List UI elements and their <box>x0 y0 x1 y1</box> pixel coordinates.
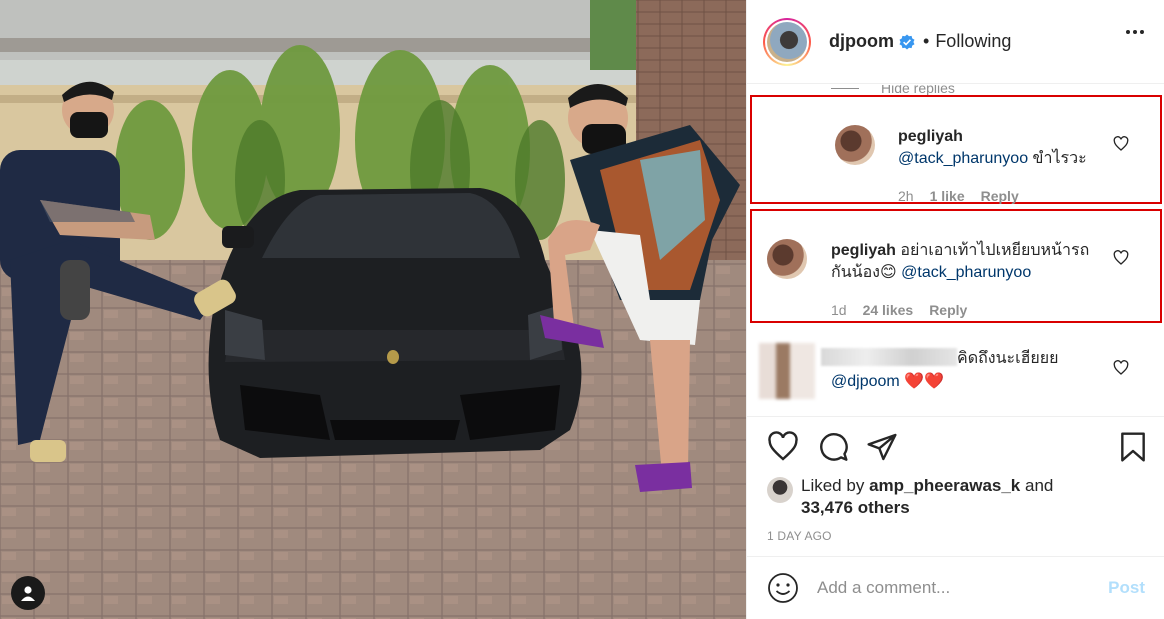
comment-time[interactable]: 2h <box>898 188 914 204</box>
commenter-avatar[interactable] <box>835 125 875 165</box>
comment-bubble-icon[interactable] <box>817 431 849 463</box>
user-tag-button[interactable] <box>11 576 45 610</box>
post-time[interactable]: 1 DAY AGO <box>767 529 832 543</box>
likes-count[interactable]: 33,476 others <box>801 498 910 517</box>
comments-list: Hide replies pegliyah @tack_pharunyoo ขำ… <box>747 85 1164 415</box>
comment-like-heart-icon[interactable] <box>1113 360 1129 376</box>
comment-author[interactable]: pegliyah <box>898 128 963 145</box>
paper-plane-icon[interactable] <box>866 431 898 463</box>
verified-badge-icon <box>899 34 915 49</box>
liked-by-avatar[interactable] <box>767 477 793 503</box>
comment-2: pegliyah อย่าเอาเท้าไปเหยียบหน้ารถกันน้อ… <box>831 240 1109 284</box>
commenter-avatar-blurred[interactable] <box>759 343 815 399</box>
comment-mention[interactable]: @djpoom <box>831 373 900 390</box>
comment-input[interactable] <box>817 578 1087 598</box>
post-actions: Liked by amp_pheerawas_k and 33,476 othe… <box>747 416 1164 556</box>
liked-by: Liked by amp_pheerawas_k and 33,476 othe… <box>767 475 1053 519</box>
comment-3-line-2: @djpoom ❤️❤️ <box>831 371 1091 393</box>
user-tag-icon <box>21 586 35 601</box>
commenter-avatar[interactable] <box>767 239 807 279</box>
heart-outline-icon[interactable] <box>767 431 799 463</box>
commenter-name-blurred <box>821 348 957 366</box>
smiley-icon[interactable] <box>767 572 799 604</box>
post-side-panel: djpoom • Following Hide replies pegliyah… <box>746 0 1164 619</box>
comment-reply-button[interactable]: Reply <box>981 188 1019 204</box>
author-username[interactable]: djpoom <box>829 31 894 52</box>
comment-3: คิดถึงนะเฮียยย <box>957 348 1117 370</box>
comment-reply-button[interactable]: Reply <box>929 302 967 318</box>
comment-like-heart-icon[interactable] <box>1113 250 1129 266</box>
comment-body: ขำไรวะ <box>1028 150 1087 167</box>
comment-meta: 1d 24 likes Reply <box>831 302 967 318</box>
following-button[interactable]: Following <box>935 31 1011 52</box>
liked-by-user[interactable]: amp_pheerawas_k <box>869 476 1020 495</box>
comment-body: คิดถึงนะเฮียยย <box>957 350 1059 367</box>
comment-meta: 2h 1 like Reply <box>898 188 1019 204</box>
comment-mention[interactable]: @tack_pharunyoo <box>898 150 1028 167</box>
post-button[interactable]: Post <box>1108 578 1145 598</box>
comment-emoji: 😊 <box>879 264 897 281</box>
comment-mention[interactable]: @tack_pharunyoo <box>901 264 1031 281</box>
liked-by-prefix: Liked by <box>801 476 865 495</box>
comment-likes[interactable]: 1 like <box>930 188 965 204</box>
more-options-icon[interactable] <box>1126 30 1144 34</box>
comment-author[interactable]: pegliyah <box>831 242 896 259</box>
comment-1: pegliyah @tack_pharunyoo ขำไรวะ <box>898 126 1118 170</box>
comment-like-heart-icon[interactable] <box>1113 136 1129 152</box>
comment-emoji: ❤️❤️ <box>904 373 945 390</box>
author-avatar[interactable] <box>763 17 811 66</box>
comment-likes[interactable]: 24 likes <box>863 302 914 318</box>
header-separator: • <box>923 31 930 51</box>
liked-by-and: and <box>1025 476 1054 495</box>
bookmark-icon[interactable] <box>1117 431 1149 463</box>
add-comment-bar: Post <box>747 556 1164 619</box>
comment-time[interactable]: 1d <box>831 302 847 318</box>
post-photo[interactable] <box>0 0 746 619</box>
post-image <box>0 0 746 619</box>
post-header: djpoom • Following <box>747 0 1164 84</box>
